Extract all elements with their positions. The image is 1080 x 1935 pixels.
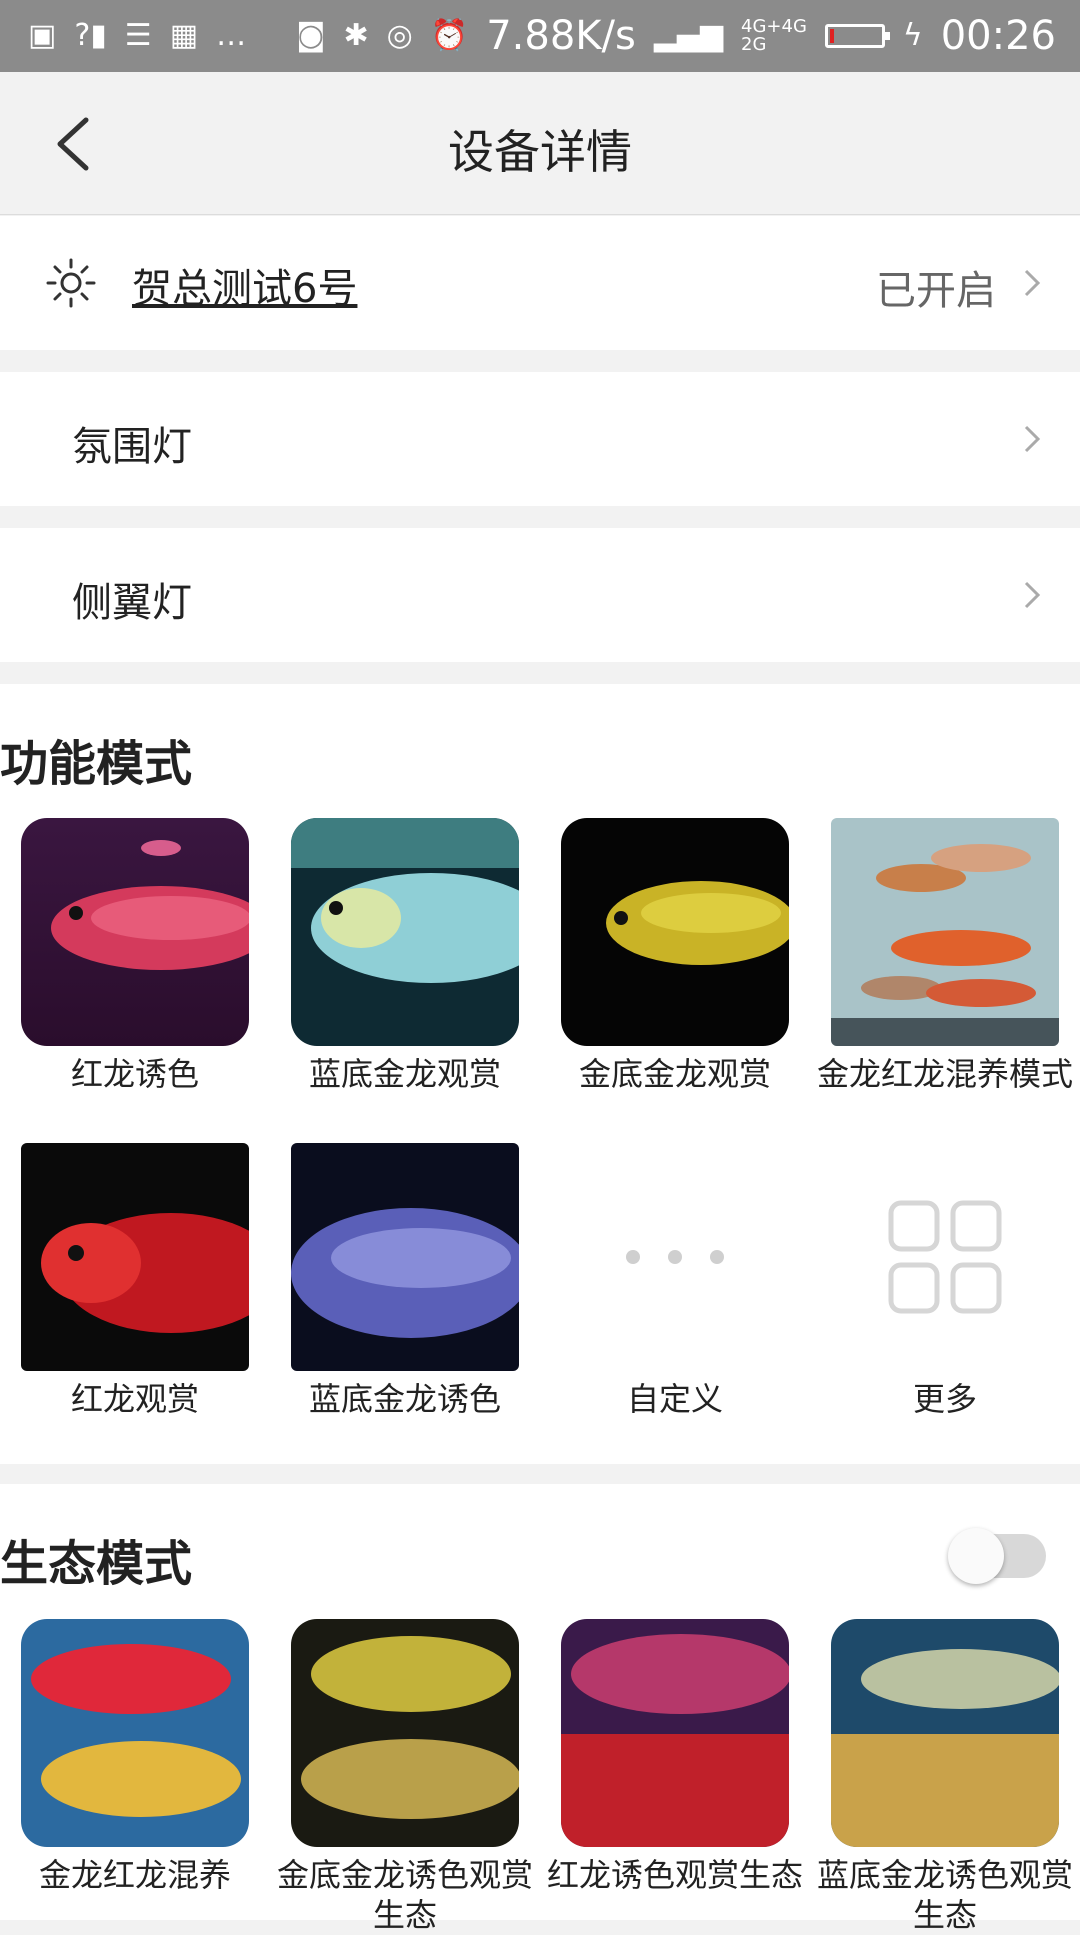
status-bar: ▣ ?▮ ☰ ▦ … ◙ ✱ ◎ ⏰ 7.88K/s ▂▄▆ 4G+4G 2G ϟ… bbox=[0, 0, 1080, 72]
mode-label: 金龙红龙混养模式 bbox=[816, 1055, 1073, 1093]
status-bar-left: ▣ ?▮ ☰ ▦ … bbox=[28, 0, 246, 72]
eco-tile[interactable]: 金龙红龙混养 bbox=[21, 1619, 249, 1895]
bluetooth-icon: ✱ bbox=[343, 18, 369, 53]
clock: 00:26 bbox=[940, 13, 1056, 59]
nfc-icon: ◎ bbox=[386, 18, 413, 53]
fish-image bbox=[21, 1619, 249, 1847]
fish-image bbox=[561, 818, 789, 1046]
mode-tile[interactable]: 金底金龙观赏 bbox=[561, 818, 789, 1094]
eco-label: 金底金龙诱色观赏生态 bbox=[276, 1856, 533, 1934]
chevron-right-icon bbox=[1024, 425, 1041, 453]
mode-tile[interactable]: 自定义 bbox=[561, 1143, 789, 1419]
fish-image bbox=[291, 1619, 519, 1847]
status-bar-right: ◙ ✱ ◎ ⏰ 7.88K/s ▂▄▆ 4G+4G 2G ϟ 00:26 bbox=[296, 0, 1056, 72]
toggle-knob bbox=[948, 1528, 1004, 1584]
more-notifications-icon: … bbox=[216, 18, 247, 53]
ambient-light-row[interactable]: 氛围灯 bbox=[0, 372, 1080, 506]
device-name[interactable]: 贺总测试6号 bbox=[132, 256, 357, 314]
section-title: 功能模式 bbox=[0, 736, 193, 792]
mode-label: 蓝底金龙诱色 bbox=[308, 1380, 501, 1418]
mode-tile[interactable]: 红龙诱色 bbox=[21, 818, 249, 1094]
charging-icon: ϟ bbox=[902, 18, 923, 53]
fish-image bbox=[21, 1143, 249, 1371]
location-icon: ◙ bbox=[296, 18, 326, 53]
eco-label: 红龙诱色观赏生态 bbox=[546, 1856, 803, 1894]
mode-tile[interactable]: 蓝底金龙诱色 bbox=[291, 1143, 519, 1419]
mode-label: 蓝底金龙观赏 bbox=[308, 1055, 501, 1093]
network-type-icon: 4G+4G 2G bbox=[741, 16, 807, 55]
mode-label: 金底金龙观赏 bbox=[578, 1055, 771, 1093]
message-notification-icon: ☰ bbox=[124, 18, 152, 53]
eco-tile[interactable]: 蓝底金龙诱色观赏生态 bbox=[817, 1619, 1073, 1935]
row-label: 侧翼灯 bbox=[72, 580, 192, 626]
mode-tile[interactable]: 更多 bbox=[831, 1143, 1059, 1419]
row-label: 氛围灯 bbox=[72, 424, 192, 470]
apps-notification-icon: ▦ bbox=[169, 18, 199, 53]
chevron-right-icon bbox=[1024, 581, 1041, 609]
mode-label: 更多 bbox=[912, 1380, 977, 1418]
mode-label: 自定义 bbox=[626, 1380, 723, 1418]
mode-tile[interactable]: 蓝底金龙观赏 bbox=[291, 818, 519, 1094]
network-speed: 7.88K/s bbox=[486, 13, 636, 59]
eco-mode-toggle[interactable] bbox=[948, 1528, 1046, 1584]
function-mode-section: 功能模式 红龙诱色 蓝底金龙观赏 金底金龙观赏 金龙红龙混养模式 红龙观赏 蓝底… bbox=[0, 684, 1080, 1464]
header-bar: 设备详情 bbox=[0, 72, 1080, 215]
eco-label: 蓝底金龙诱色观赏生态 bbox=[816, 1856, 1073, 1934]
device-row[interactable]: 贺总测试6号 已开启 bbox=[0, 216, 1080, 350]
ellipsis-icon bbox=[561, 1143, 789, 1371]
section-title: 生态模式 bbox=[0, 1536, 193, 1592]
mode-tile[interactable]: 金龙红龙混养模式 bbox=[817, 818, 1073, 1094]
fish-image bbox=[831, 818, 1059, 1046]
no-sim-signal-icon: ?▮ bbox=[74, 18, 107, 53]
battery-icon bbox=[824, 24, 890, 48]
fish-image bbox=[21, 818, 249, 1046]
side-light-row[interactable]: 侧翼灯 bbox=[0, 528, 1080, 662]
image-notification-icon: ▣ bbox=[28, 18, 57, 53]
eco-label: 金龙红龙混养 bbox=[38, 1856, 231, 1894]
signal-icon: ▂▄▆ bbox=[653, 18, 724, 53]
fish-image bbox=[831, 1619, 1059, 1847]
mode-tile[interactable]: 红龙观赏 bbox=[21, 1143, 249, 1419]
fish-image bbox=[291, 1143, 519, 1371]
fish-image bbox=[561, 1619, 789, 1847]
chevron-right-icon bbox=[1024, 269, 1041, 297]
eco-tile[interactable]: 红龙诱色观赏生态 bbox=[547, 1619, 803, 1895]
device-status: 已开启 bbox=[876, 268, 996, 314]
sun-icon bbox=[46, 258, 96, 308]
page-title: 设备详情 bbox=[448, 125, 632, 179]
grid-more-icon bbox=[831, 1143, 1059, 1371]
mode-label: 红龙诱色 bbox=[70, 1055, 199, 1093]
alarm-icon: ⏰ bbox=[430, 18, 469, 53]
fish-image bbox=[291, 818, 519, 1046]
mode-label: 红龙观赏 bbox=[70, 1380, 199, 1418]
eco-tile[interactable]: 金底金龙诱色观赏生态 bbox=[277, 1619, 533, 1935]
eco-mode-section: 生态模式 金龙红龙混养 金底金龙诱色观赏生态 红龙诱色观赏生态 蓝底金龙诱色观赏… bbox=[0, 1484, 1080, 1934]
